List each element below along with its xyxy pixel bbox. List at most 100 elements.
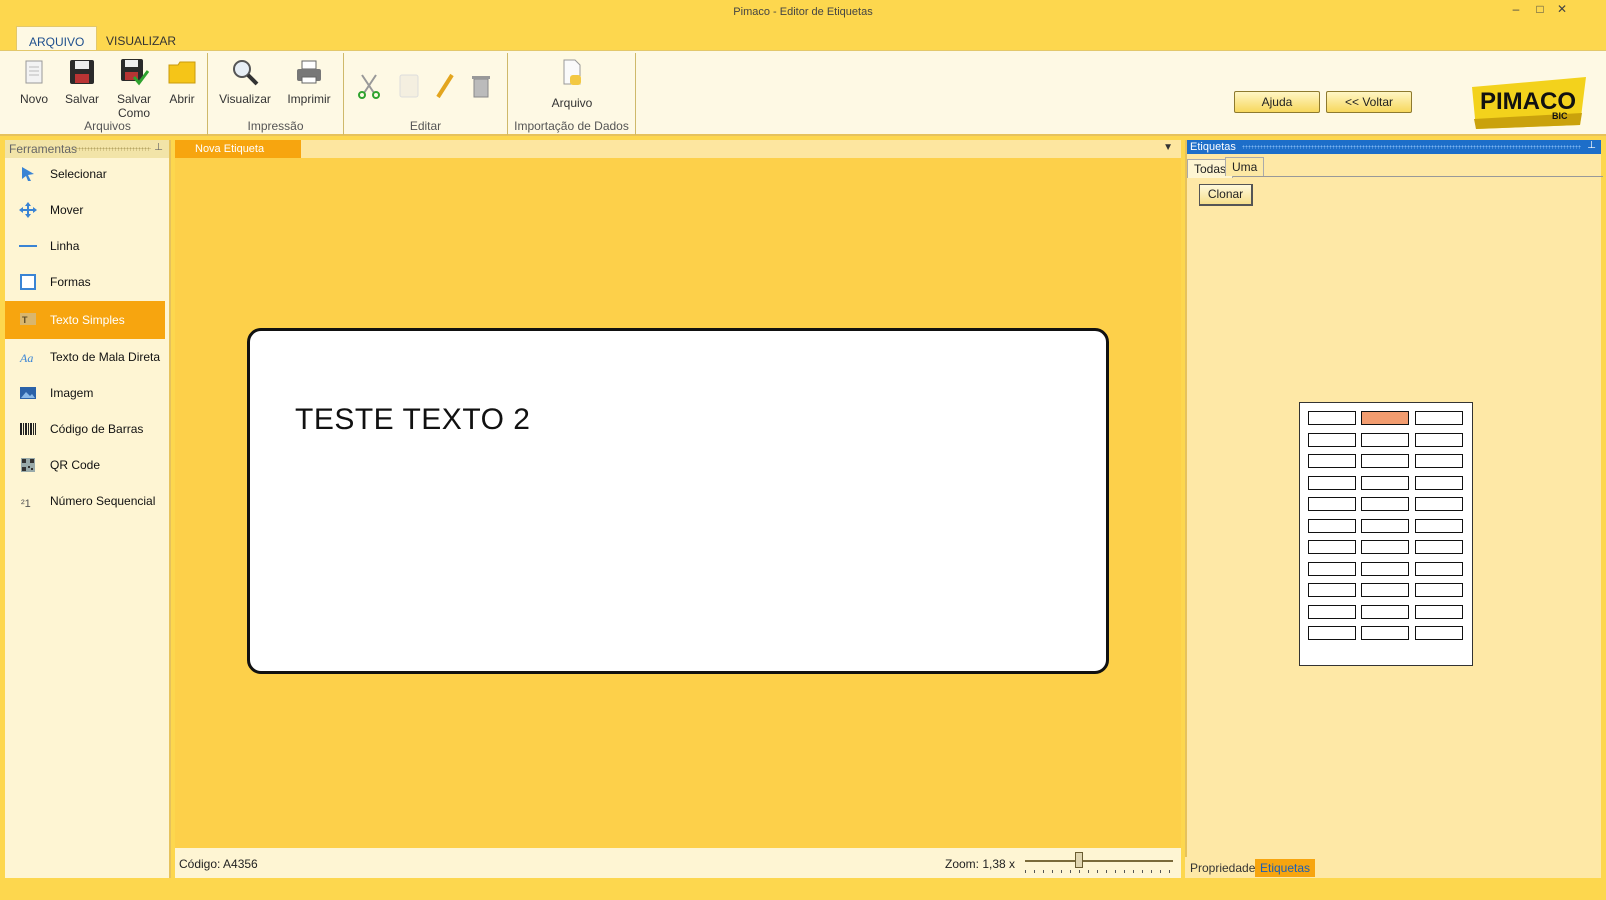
label-text-element[interactable]: TESTE TEXTO 2 <box>295 403 530 437</box>
label-sheet-cell[interactable] <box>1415 475 1463 490</box>
save-as-icon <box>121 59 150 86</box>
label-sheet-cell[interactable] <box>1415 626 1463 640</box>
tool-mail-merge-text[interactable]: Aa Texto de Mala Direta <box>5 339 165 375</box>
tool-qr-code[interactable]: QR Code <box>5 447 165 483</box>
tab-nova-etiqueta[interactable]: Nova Etiqueta <box>175 140 301 158</box>
print-label: Imprimir <box>287 92 331 106</box>
window-title: Pimaco - Editor de Etiquetas <box>733 6 873 18</box>
label-sheet-cell[interactable] <box>1361 411 1409 425</box>
qr-code-icon <box>21 458 35 472</box>
label-sheet-cell[interactable] <box>1361 432 1409 447</box>
group-label-importacao: Importação de Dados <box>514 119 629 133</box>
label-sheet-cell[interactable] <box>1361 454 1409 468</box>
maximize-button[interactable]: □ <box>1530 2 1550 20</box>
print-button[interactable]: Imprimir <box>282 57 336 106</box>
help-button[interactable]: Ajuda <box>1234 91 1320 113</box>
preview-button[interactable]: Visualizar <box>216 57 274 106</box>
label-sheet-cell[interactable] <box>1415 432 1463 447</box>
label-sheet-cell[interactable] <box>1361 540 1409 554</box>
label-sheet-cell[interactable] <box>1361 604 1409 619</box>
label-sheet-cell[interactable] <box>1415 604 1463 619</box>
zoom-slider-track <box>1025 860 1173 862</box>
label-sheet-cell[interactable] <box>1308 518 1356 533</box>
open-button[interactable]: Abrir <box>164 57 200 106</box>
ribbon-tabs: ARQUIVO VISUALIZAR <box>0 24 1606 52</box>
clone-button[interactable]: Clonar <box>1199 184 1253 206</box>
labels-subtabs: Todas Uma <box>1187 157 1603 178</box>
label-sheet-cell[interactable] <box>1308 497 1356 511</box>
zoom-slider[interactable] <box>1025 852 1173 874</box>
design-canvas[interactable]: TESTE TEXTO 2 <box>175 158 1181 848</box>
tool-sequential-number[interactable]: ²1 Número Sequencial <box>5 483 165 519</box>
cut-button[interactable] <box>354 71 384 106</box>
tool-label: Código de Barras <box>50 422 144 436</box>
tool-simple-text[interactable]: T Texto Simples <box>5 301 165 339</box>
label-sheet-cell[interactable] <box>1308 432 1356 447</box>
subtab-uma[interactable]: Uma <box>1225 157 1265 176</box>
tab-arquivo[interactable]: ARQUIVO <box>16 26 98 52</box>
import-file-button[interactable]: Arquivo <box>546 57 598 110</box>
back-button[interactable]: << Voltar <box>1326 91 1412 113</box>
sequential-number-icon: ²1 <box>21 498 31 509</box>
tool-label: Linha <box>50 239 80 253</box>
label-sheet-cell[interactable] <box>1415 518 1463 533</box>
label-sheet-cell[interactable] <box>1308 475 1356 490</box>
tool-shapes[interactable]: Formas <box>5 264 165 300</box>
label-sheet-cell[interactable] <box>1308 583 1356 597</box>
new-button[interactable]: Novo <box>14 57 54 106</box>
zoom-slider-thumb[interactable] <box>1075 852 1083 868</box>
label-sheet-cell[interactable] <box>1308 561 1356 576</box>
copy-button[interactable] <box>394 71 424 106</box>
pin-icon[interactable]: ⊥ <box>1587 140 1596 151</box>
tool-barcode[interactable]: Código de Barras <box>5 411 165 447</box>
tool-line[interactable]: Linha <box>5 228 165 264</box>
mail-text-icon: Aa <box>19 351 33 365</box>
minimize-button[interactable]: – <box>1506 2 1526 20</box>
pin-icon[interactable]: ⊥ <box>154 142 163 153</box>
label-sheet-cell[interactable] <box>1361 583 1409 597</box>
label-sheet-cell[interactable] <box>1415 561 1463 576</box>
tool-label: Texto Simples <box>50 313 125 327</box>
label-card[interactable]: TESTE TEXTO 2 <box>247 328 1109 674</box>
label-sheet-cell[interactable] <box>1415 540 1463 554</box>
move-arrows-icon <box>19 202 37 218</box>
save-as-button[interactable]: Salvar Como <box>112 57 156 120</box>
label-sheet-cell[interactable] <box>1361 497 1409 511</box>
label-sheet-cell[interactable] <box>1415 411 1463 425</box>
label-sheet-cell[interactable] <box>1308 604 1356 619</box>
arrow-cursor-icon <box>22 167 34 181</box>
label-sheet-cell[interactable] <box>1308 454 1356 468</box>
delete-button[interactable] <box>466 71 496 106</box>
tool-select[interactable]: Selecionar <box>5 156 165 192</box>
tab-visualizar[interactable]: VISUALIZAR <box>94 26 188 52</box>
label-sheet-cell[interactable] <box>1361 475 1409 490</box>
close-button[interactable]: ✕ <box>1552 2 1572 20</box>
scissors-icon <box>358 74 380 99</box>
tab-etiquetas[interactable]: Etiquetas <box>1255 859 1316 877</box>
label-sheet-cell[interactable] <box>1361 626 1409 640</box>
label-code: Código: A4356 <box>179 857 258 871</box>
chevron-down-icon[interactable]: ▼ <box>1163 142 1173 153</box>
tool-label: Número Sequencial <box>50 494 156 508</box>
magnifier-icon <box>233 60 259 86</box>
label-sheet-cell[interactable] <box>1415 497 1463 511</box>
label-sheet-cell[interactable] <box>1308 411 1356 425</box>
label-sheet-preview <box>1299 402 1473 666</box>
label-sheet-cell[interactable] <box>1415 583 1463 597</box>
pencil-icon <box>436 73 454 99</box>
save-button[interactable]: Salvar <box>62 57 102 106</box>
tool-label: Selecionar <box>50 167 107 181</box>
labels-panel-title: Etiquetas <box>1190 141 1236 153</box>
image-icon <box>20 387 36 399</box>
label-sheet-cell[interactable] <box>1308 540 1356 554</box>
window-bottom-edge <box>0 878 1606 900</box>
tool-image[interactable]: Imagem <box>5 375 165 411</box>
label-sheet-cell[interactable] <box>1415 454 1463 468</box>
tool-label: Formas <box>50 275 91 289</box>
edit-button[interactable] <box>430 71 460 106</box>
label-sheet-cell[interactable] <box>1361 518 1409 533</box>
tool-move[interactable]: Mover <box>5 192 165 228</box>
tools-panel: Ferramentas ⊥ Selecionar Mover Linha For… <box>5 140 171 900</box>
label-sheet-cell[interactable] <box>1308 626 1356 640</box>
label-sheet-cell[interactable] <box>1361 561 1409 576</box>
